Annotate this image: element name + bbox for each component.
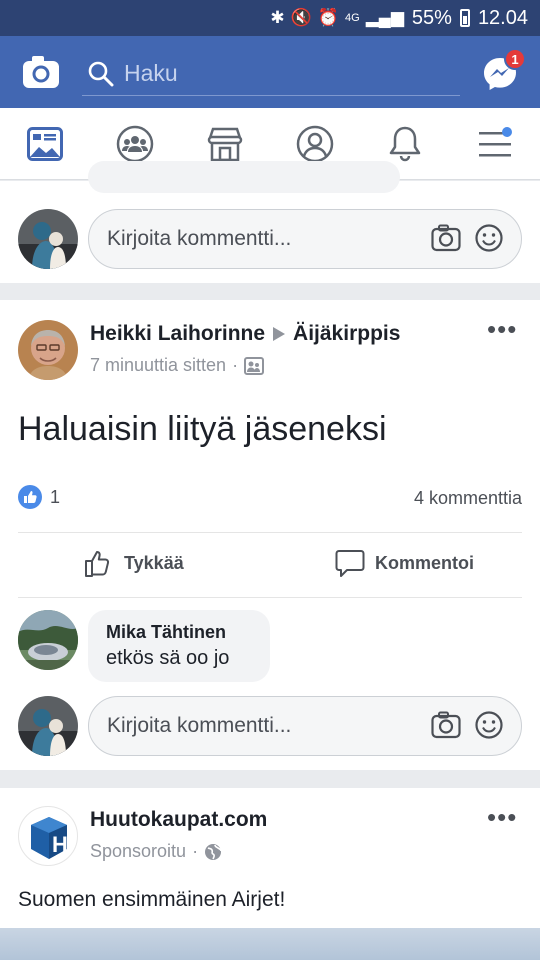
ad-meta: Sponsoroitu · — [90, 841, 222, 862]
thumbs-up-icon — [85, 551, 110, 577]
mute-icon: 🔇 — [290, 8, 312, 27]
clock: 12.04 — [477, 6, 528, 29]
post-card: Heikki Laihorinne Äijäkirppis 7 minuutti… — [0, 300, 540, 770]
my-avatar[interactable] — [18, 209, 78, 269]
advertiser-logo[interactable]: H — [18, 806, 78, 866]
status-icons: ✱ 🔇 ⏰ 4G ▂▄▆ — [270, 8, 403, 28]
comment-button[interactable]: Kommentoi — [335, 548, 474, 578]
alarm-icon: ⏰ — [317, 8, 340, 27]
ad-text: Suomen ensimmäinen Airjet! — [18, 888, 286, 911]
marketplace-icon — [207, 127, 243, 161]
previous-post-footer: Kirjoita kommentti... — [0, 161, 540, 283]
tab-menu[interactable] — [470, 119, 520, 169]
sponsored-post-card: H Huutokaupat.com Sponsoroitu · ••• Suom… — [0, 788, 540, 960]
emoji-icon[interactable] — [475, 224, 503, 252]
comment-label: Kommentoi — [375, 552, 474, 573]
group-audience-icon — [244, 356, 265, 375]
camera-button[interactable] — [22, 54, 60, 90]
comment-placeholder: Kirjoita kommentti... — [107, 227, 292, 250]
photo-camera-icon[interactable] — [431, 711, 461, 739]
reactions-summary[interactable]: 1 — [18, 485, 60, 509]
menu-notification-dot — [502, 126, 512, 137]
globe-icon — [205, 843, 222, 860]
truncated-comment-bubble — [88, 161, 400, 193]
sponsored-label[interactable]: Sponsoroitu — [90, 841, 186, 862]
likes-count: 1 — [50, 486, 61, 507]
post-comment-input[interactable]: Kirjoita kommentti... — [88, 696, 522, 756]
search-placeholder: Haku — [124, 60, 178, 86]
post-divider-bottom — [18, 597, 522, 598]
status-bar: ✱ 🔇 ⏰ 4G ▂▄▆ 55% 12.04 — [0, 0, 540, 36]
like-reaction-icon — [18, 485, 42, 509]
ad-options-button[interactable]: ••• — [487, 804, 517, 830]
commenter-avatar[interactable] — [18, 610, 78, 670]
post-comment-placeholder: Kirjoita kommentti... — [107, 714, 292, 737]
news-feed-icon — [27, 126, 63, 161]
app-header: Haku 1 — [0, 36, 540, 108]
network-type: 4G — [345, 12, 360, 24]
search-field[interactable]: Haku — [82, 52, 460, 96]
svg-text:H: H — [52, 832, 68, 857]
post-group[interactable]: Äijäkirppis — [293, 322, 400, 346]
emoji-icon[interactable] — [475, 711, 503, 739]
like-label: Tykkää — [124, 552, 184, 573]
battery-percent: 55% — [411, 6, 452, 29]
bluetooth-icon: ✱ — [270, 8, 285, 27]
battery-icon — [459, 9, 470, 27]
like-button[interactable]: Tykkää — [84, 548, 184, 578]
signal-icon: ▂▄▆ — [365, 8, 404, 27]
post-options-button[interactable]: ••• — [487, 316, 517, 342]
comment-input[interactable]: Kirjoita kommentti... — [88, 209, 522, 269]
post-author[interactable]: Heikki Laihorinne — [90, 322, 265, 346]
author-avatar[interactable] — [18, 320, 78, 380]
my-avatar-2[interactable] — [18, 696, 78, 756]
post-text: Haluaisin liityä jäseneksi — [18, 410, 387, 448]
ad-image-preview[interactable] — [0, 928, 540, 960]
profile-icon — [296, 125, 334, 162]
bell-icon — [389, 126, 421, 161]
post-time[interactable]: 7 minuuttia sitten — [90, 355, 226, 376]
arrow-right-icon — [273, 327, 286, 341]
messenger-button[interactable]: 1 — [482, 48, 526, 92]
post-meta: 7 minuuttia sitten · — [90, 355, 265, 376]
post-divider-top — [18, 532, 522, 533]
comment-bubble-icon — [335, 550, 365, 577]
comments-count[interactable]: 4 kommenttia — [414, 488, 522, 509]
comment-author[interactable]: Mika Tähtinen — [106, 622, 252, 643]
camera-icon — [23, 56, 59, 88]
post-author-line: Heikki Laihorinne Äijäkirppis — [90, 322, 400, 346]
photo-camera-icon[interactable] — [431, 224, 461, 252]
comment-text: etkös sä oo jo — [106, 647, 230, 669]
groups-icon — [116, 125, 154, 162]
tab-news-feed[interactable] — [20, 119, 70, 169]
advertiser-name[interactable]: Huutokaupat.com — [90, 808, 267, 832]
messenger-badge: 1 — [504, 48, 526, 70]
comment-bubble[interactable]: Mika Tähtinen etkös sä oo jo — [88, 610, 270, 682]
search-icon — [88, 61, 114, 86]
